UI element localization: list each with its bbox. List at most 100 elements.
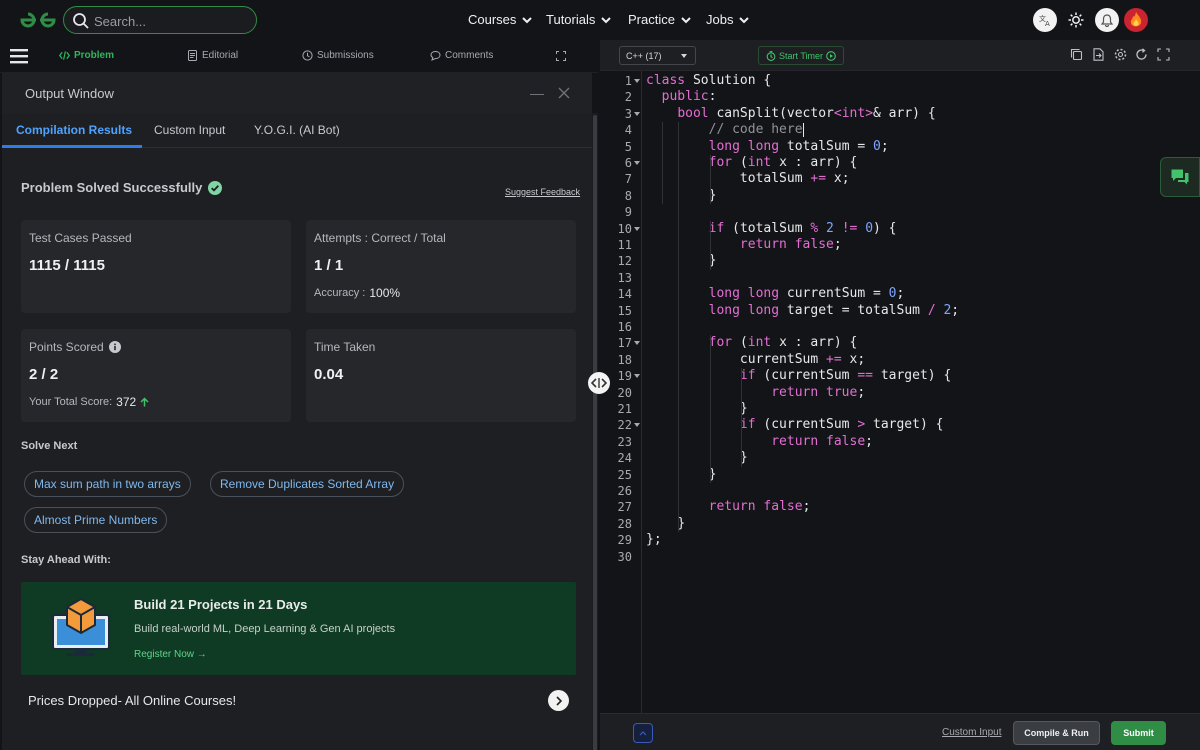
tab-submissions[interactable]: Submissions — [302, 50, 374, 61]
language-value: C++ (17) — [626, 50, 662, 61]
nav-courses[interactable]: Courses — [468, 12, 533, 27]
nav-practice[interactable]: Practice — [628, 12, 691, 27]
code-line[interactable]: } — [646, 188, 717, 204]
points-label-row: Points Scored — [29, 340, 121, 354]
code-editor[interactable]: 1 2 3 4 5 6 7 8 9 10 11 12 13 14 15 16 17 18 19 20 21 22 23 24 2… — [600, 70, 1200, 714]
user-avatar[interactable] — [1124, 8, 1148, 32]
tab-problem[interactable]: Problem — [59, 50, 114, 61]
line-number: 5 — [624, 139, 632, 154]
tab-yogi-ai-bot[interactable]: Y.O.G.I. (AI Bot) — [254, 123, 340, 137]
code-line[interactable]: if (totalSum % 2 != 0) { — [646, 221, 897, 237]
editor-footer: Custom Input Compile & Run Submit — [600, 713, 1200, 750]
result-status: Problem Solved Successfully — [21, 180, 223, 195]
next-arrow-button[interactable] — [548, 690, 569, 711]
nav-tutorials[interactable]: Tutorials — [546, 12, 612, 27]
nav-practice-label: Practice — [628, 12, 675, 27]
code-line[interactable]: long long totalSum = 0; — [646, 139, 889, 155]
chevron-up-icon — [639, 731, 647, 736]
translate-icon: 文 A — [1039, 14, 1050, 27]
chat-button[interactable] — [1160, 157, 1200, 197]
minimize-button[interactable] — [530, 94, 544, 95]
fold-caret-icon[interactable] — [634, 161, 640, 166]
submit-button[interactable]: Submit — [1111, 721, 1166, 745]
suggest-feedback-link[interactable]: Suggest Feedback — [505, 187, 580, 197]
copy-icon[interactable] — [1070, 48, 1083, 61]
document-icon — [188, 50, 197, 61]
code-line[interactable]: long long target = totalSum / 2; — [646, 303, 960, 319]
code-line[interactable]: } — [646, 450, 748, 466]
code-line[interactable]: }; — [646, 532, 662, 548]
laptop-box-illustration-icon — [52, 597, 110, 656]
editor-pane: C++ (17) Start Timer 1 2 3 4 5 6 7 8 9 1… — [600, 40, 1200, 750]
pane-resize-handle[interactable] — [588, 372, 610, 394]
solve-next-chip[interactable]: Almost Prime Numbers — [24, 507, 168, 533]
fold-caret-icon[interactable] — [634, 341, 640, 346]
svg-text:A: A — [1045, 20, 1050, 27]
line-number: 30 — [617, 549, 632, 564]
fullscreen-icon[interactable] — [1157, 48, 1170, 61]
nav-jobs[interactable]: Jobs — [706, 12, 750, 27]
tab-custom-input[interactable]: Custom Input — [154, 123, 225, 137]
console-toggle-button[interactable] — [633, 723, 653, 743]
reset-icon[interactable] — [1135, 48, 1148, 61]
line-number: 13 — [617, 270, 632, 285]
geeksforgeeks-logo-icon[interactable] — [18, 10, 58, 30]
info-icon[interactable] — [108, 341, 121, 353]
code-line[interactable]: class Solution { — [646, 73, 771, 89]
tab-compilation-results[interactable]: Compilation Results — [16, 123, 132, 137]
custom-input-link[interactable]: Custom Input — [942, 727, 1001, 738]
register-now-link[interactable]: Register Now → — [134, 649, 207, 660]
code-line[interactable]: return false; — [646, 499, 811, 515]
code-line[interactable]: if (currentSum == target) { — [646, 368, 951, 384]
code-line[interactable]: } — [646, 253, 717, 269]
code-line[interactable]: } — [646, 401, 748, 417]
theme-toggle-button[interactable] — [1064, 8, 1088, 32]
promo-description: Build real-world ML, Deep Learning & Gen… — [134, 623, 396, 635]
start-timer-label: Start Timer — [778, 50, 823, 61]
line-number: 9 — [624, 205, 632, 220]
file-import-icon[interactable] — [1092, 48, 1105, 61]
code-line[interactable]: return false; — [646, 434, 873, 450]
nav-courses-label: Courses — [468, 12, 517, 27]
fold-caret-icon[interactable] — [634, 374, 640, 379]
line-number: 1 — [624, 74, 632, 88]
code-line[interactable]: long long currentSum = 0; — [646, 286, 905, 302]
start-timer-button[interactable]: Start Timer — [758, 46, 844, 65]
solve-next-chip[interactable]: Remove Duplicates Sorted Array — [210, 471, 405, 497]
indent-guide — [741, 368, 742, 418]
attempts-card: Attempts : Correct / Total 1 / 1 Accurac… — [306, 220, 576, 313]
code-line[interactable]: public: — [646, 89, 717, 105]
code-line[interactable]: if (currentSum > target) { — [646, 417, 944, 433]
code-line[interactable]: } — [646, 467, 717, 483]
tab-comments[interactable]: Comments — [430, 50, 493, 61]
search-input[interactable] — [94, 11, 244, 31]
translate-button[interactable]: 文 A — [1033, 8, 1057, 32]
line-number: 22 — [617, 418, 632, 433]
promo-banner[interactable]: Build 21 Projects in 21 Days Build real-… — [21, 582, 576, 675]
fold-caret-icon[interactable] — [634, 111, 640, 117]
notifications-button[interactable] — [1095, 8, 1119, 32]
solve-next-chip[interactable]: Max sum path in two arrays — [24, 471, 191, 497]
time-taken-label: Time Taken — [314, 340, 376, 354]
code-line[interactable]: // code here — [646, 122, 803, 138]
compile-run-button[interactable]: Compile & Run — [1013, 721, 1100, 745]
scrollbar-thumb[interactable] — [593, 115, 597, 750]
close-icon[interactable] — [558, 87, 570, 99]
search-box[interactable] — [63, 6, 257, 34]
code-line[interactable]: totalSum += x; — [646, 171, 850, 187]
output-tabs: Compilation Results Custom Input Y.O.G.I… — [2, 113, 592, 148]
line-number: 17 — [617, 336, 632, 351]
fullscreen-icon[interactable] — [556, 51, 566, 61]
play-circle-icon — [826, 50, 836, 61]
code-line[interactable]: return false; — [646, 237, 842, 253]
hamburger-menu-icon[interactable] — [10, 48, 28, 64]
code-line[interactable]: bool canSplit(vector<int>& arr) { — [646, 106, 935, 122]
fold-caret-icon[interactable] — [634, 423, 640, 428]
fold-caret-icon[interactable] — [634, 79, 640, 84]
settings-gear-icon[interactable] — [1114, 48, 1127, 61]
code-line[interactable]: } — [646, 516, 685, 532]
active-tab-underline — [2, 145, 142, 148]
language-select[interactable]: C++ (17) — [619, 46, 696, 65]
fold-caret-icon[interactable] — [634, 226, 640, 232]
tab-editorial[interactable]: Editorial — [187, 50, 238, 61]
